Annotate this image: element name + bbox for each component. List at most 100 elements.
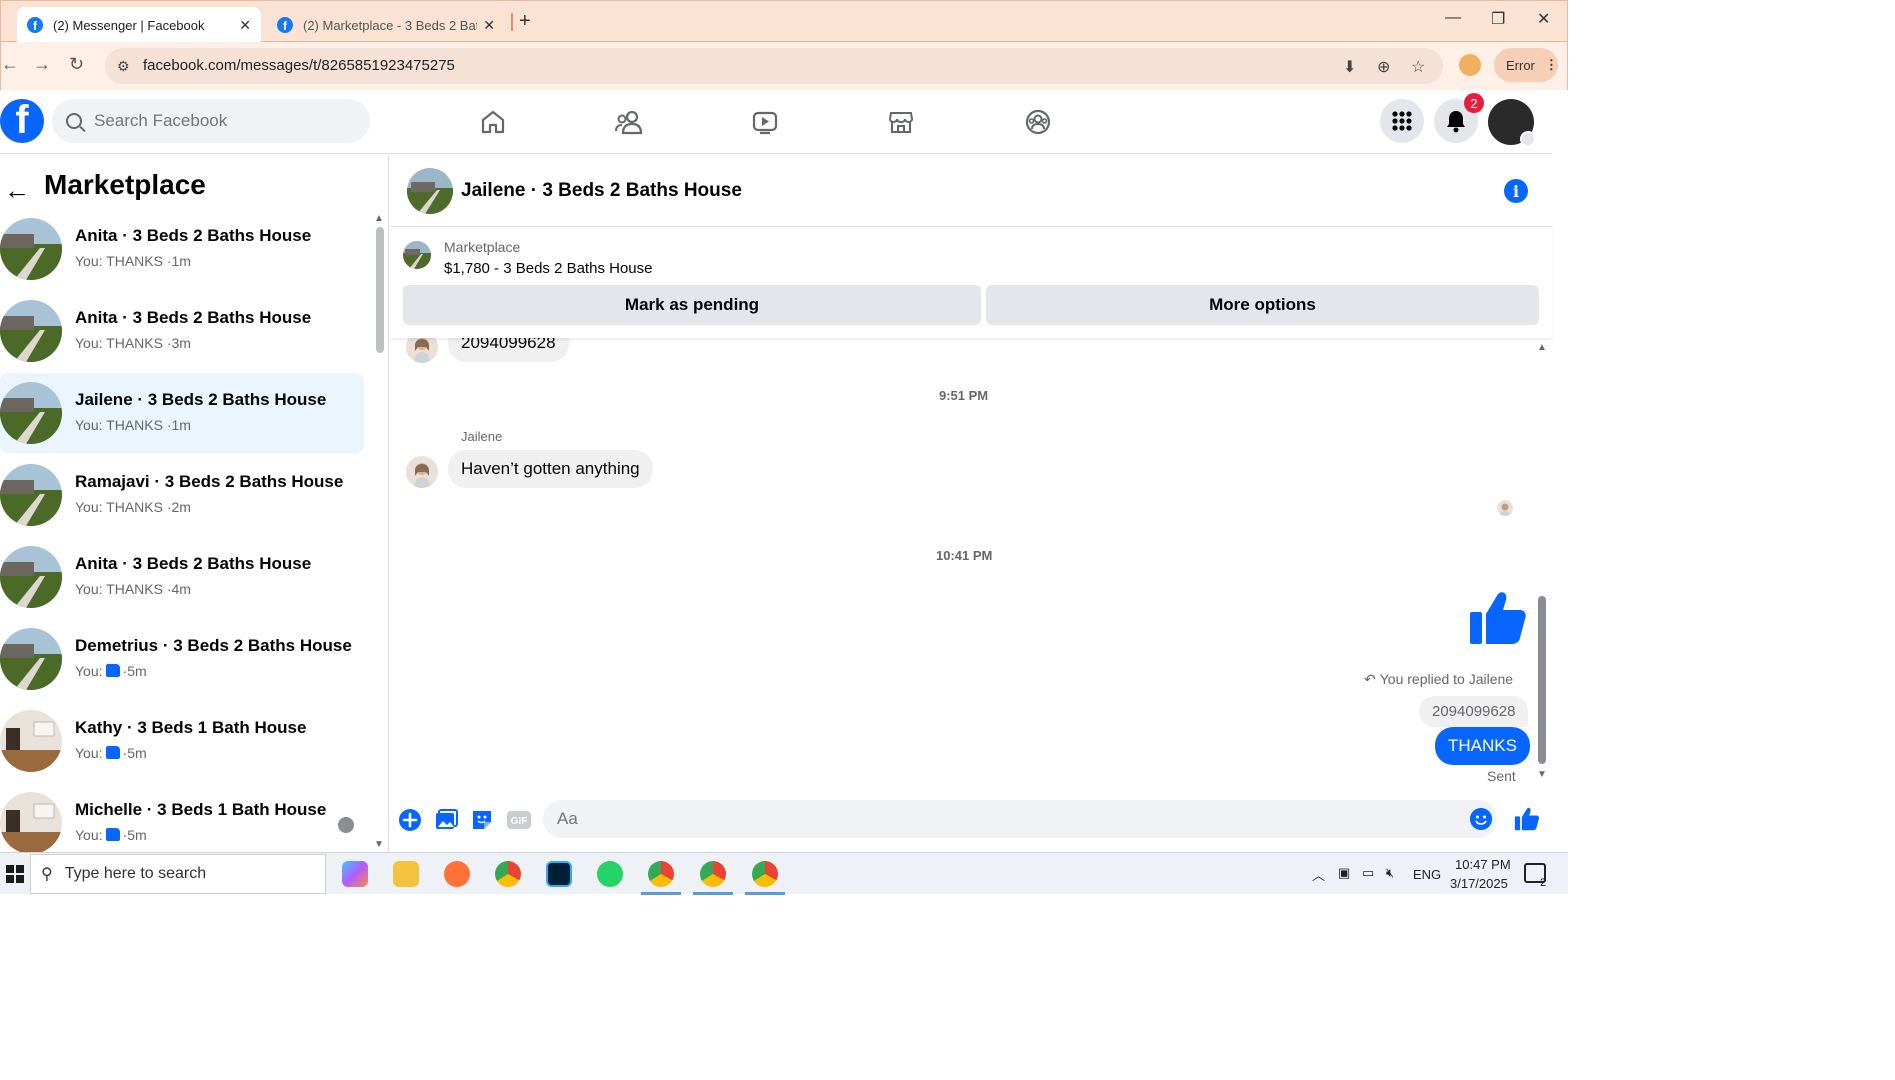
conversation-preview: You: THANKS ·2m [75, 499, 191, 515]
chrome-profile-icon[interactable] [700, 861, 726, 887]
forward-icon[interactable]: → [33, 54, 51, 75]
close-tab-icon[interactable]: ✕ [239, 17, 251, 34]
search-icon [66, 113, 82, 129]
install-app-icon[interactable]: ⬇ [1343, 57, 1356, 77]
scroll-down-arrow-icon[interactable]: ▼ [1537, 769, 1547, 780]
chat-title[interactable]: Jailene · 3 Beds 2 Baths House [461, 180, 742, 202]
taskbar-search[interactable]: ⚲ Type here to search [30, 854, 326, 894]
facebook-logo[interactable]: f [0, 99, 44, 143]
add-plus-icon[interactable] [398, 808, 422, 832]
back-arrow-icon[interactable]: ← [4, 175, 30, 206]
facebook-favicon-icon: f [27, 17, 43, 33]
file-explorer-icon[interactable] [393, 861, 419, 887]
chrome-profile-icon[interactable] [648, 861, 674, 887]
conversation-item[interactable]: Anita · 3 Beds 2 Baths House You: THANKS … [0, 537, 364, 617]
conversation-item[interactable]: Jailene · 3 Beds 2 Baths House You: THANK… [0, 373, 364, 453]
conversation-preview: You: THANKS ·3m [75, 335, 191, 351]
conversation-name: Ramajavi · 3 Beds 2 Baths House [75, 472, 344, 491]
site-info-icon[interactable]: ⚙ [117, 58, 130, 75]
gif-icon[interactable]: GIF [506, 808, 531, 832]
menu-grid-icon[interactable] [1380, 99, 1424, 143]
volume-muted-icon[interactable]: 🔇︎ [1386, 865, 1394, 881]
listing-thumbnail[interactable] [403, 241, 431, 269]
language-indicator[interactable]: ENG [1413, 867, 1441, 882]
marketplace-icon[interactable] [883, 104, 919, 140]
contact-icon[interactable] [338, 817, 354, 833]
profile-icon[interactable] [1459, 54, 1481, 76]
network-icon[interactable]: ▭ [1362, 865, 1374, 881]
windows-start-icon[interactable] [6, 865, 24, 883]
conversation-list-scrollbar[interactable] [376, 227, 384, 353]
friends-icon[interactable] [611, 104, 647, 140]
message-thread-scrollbar[interactable] [1538, 596, 1546, 764]
conversation-item[interactable]: Ramajavi · 3 Beds 2 Baths House You: THAN… [0, 455, 364, 535]
browser-toolbar: ← → ↻ ⚙ facebook.com/messages/t/82658519… [0, 42, 1568, 90]
account-avatar[interactable] [1488, 99, 1536, 147]
watch-icon[interactable] [747, 104, 783, 140]
error-button[interactable]: Error ⋮ [1494, 48, 1558, 82]
quoted-message-bubble[interactable]: 2094099628 [1419, 696, 1529, 727]
conversation-item[interactable]: Anita · 3 Beds 2 Baths House You: THANKS … [0, 209, 364, 289]
conversation-preview: You: THANKS ·1m [75, 417, 191, 433]
scroll-down-arrow-icon[interactable]: ▼ [374, 839, 384, 850]
copilot-icon[interactable] [342, 861, 368, 887]
tab-messenger[interactable]: f (2) Messenger | Facebook ✕ [17, 7, 261, 43]
conversation-item[interactable]: Michelle · 3 Beds 1 Bath House You: ·5m [0, 783, 364, 853]
scroll-up-arrow-icon[interactable]: ▲ [1537, 342, 1547, 353]
more-options-button[interactable]: More options [986, 285, 1539, 325]
svg-text:GIF: GIF [511, 816, 528, 827]
restore-icon[interactable]: ❐ [1491, 9, 1505, 29]
bookmark-star-icon[interactable]: ☆ [1411, 57, 1425, 77]
more-menu-icon[interactable]: ⋮ [1545, 57, 1558, 73]
photoshop-icon[interactable] [546, 861, 572, 887]
mark-as-pending-button[interactable]: Mark as pending [403, 285, 981, 325]
notification-badge: 2 [1464, 93, 1484, 113]
close-window-icon[interactable]: ✕ [1537, 9, 1550, 29]
show-hidden-icons-icon[interactable]: ︿ [1312, 865, 1325, 884]
sent-message-bubble[interactable]: THANKS [1435, 727, 1530, 765]
zoom-icon[interactable]: ⊕ [1377, 57, 1390, 77]
address-bar[interactable]: ⚙ facebook.com/messages/t/82658519234752… [105, 48, 1443, 84]
contact-avatar[interactable] [406, 456, 438, 488]
chrome-icon[interactable] [495, 861, 521, 887]
new-tab-button[interactable]: + [519, 10, 531, 33]
search-input[interactable] [94, 111, 344, 131]
conversation-item[interactable]: Kathy · 3 Beds 1 Bath House You: ·5m [0, 701, 364, 781]
whatsapp-icon[interactable] [597, 861, 623, 887]
preview-text: You: [75, 745, 103, 761]
listing-thumbnail [0, 792, 62, 853]
listing-price-title[interactable]: $1,780 - 3 Beds 2 Baths House [444, 260, 652, 277]
info-icon[interactable]: i [1504, 179, 1528, 203]
message-bubble[interactable]: Haven’t gotten anything [448, 450, 653, 488]
clock-date[interactable]: 3/17/2025 [1450, 876, 1508, 891]
sent-like-thumbs-up-icon[interactable] [1468, 588, 1528, 653]
minimize-icon[interactable]: — [1445, 9, 1461, 27]
close-tab-icon[interactable]: ✕ [483, 17, 495, 34]
conversation-item[interactable]: Anita · 3 Beds 2 Baths House You: THANKS … [0, 291, 364, 371]
photo-gallery-icon[interactable] [434, 808, 458, 832]
scroll-up-arrow-icon[interactable]: ▲ [374, 213, 384, 224]
facebook-search[interactable] [52, 99, 370, 143]
home-icon[interactable] [475, 104, 511, 140]
clock-time[interactable]: 10:47 PM [1455, 857, 1511, 872]
conversation-item[interactable]: Demetrius · 3 Beds 2 Baths House You: ·5m [0, 619, 364, 699]
back-icon[interactable]: ← [1, 54, 19, 75]
reload-icon[interactable]: ↻ [69, 54, 84, 75]
listing-thumbnail [0, 546, 62, 608]
message-input[interactable] [543, 800, 1497, 838]
groups-icon[interactable] [1020, 104, 1056, 140]
message-bubble[interactable]: 2094099628 [448, 338, 569, 362]
meet-now-icon[interactable]: ▣ [1338, 865, 1350, 881]
chrome-profile-icon[interactable] [752, 861, 778, 887]
sender-name: Jailene [461, 429, 503, 444]
preview-time: 1m [171, 253, 191, 269]
tab-marketplace[interactable]: f (2) Marketplace - 3 Beds 2 Bath ✕ [267, 7, 505, 43]
conversation-name: Anita · 3 Beds 2 Baths House [75, 226, 312, 245]
sticker-icon[interactable] [470, 808, 494, 832]
contact-avatar[interactable] [406, 338, 438, 363]
listing-avatar[interactable] [407, 168, 453, 214]
send-like-icon[interactable] [1514, 806, 1540, 831]
firefox-icon[interactable] [444, 861, 470, 887]
emoji-icon[interactable] [1470, 808, 1492, 830]
listing-thumbnail [0, 300, 62, 362]
